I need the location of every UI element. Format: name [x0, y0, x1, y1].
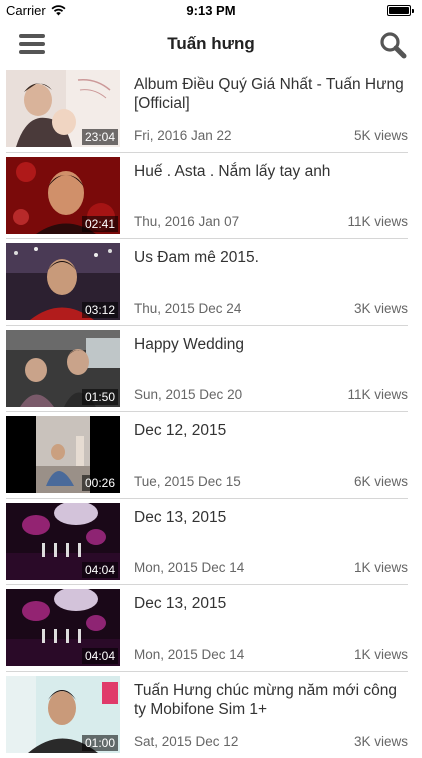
status-time: 9:13 PM — [0, 3, 422, 18]
video-views: 11K views — [347, 387, 408, 402]
video-title[interactable]: Album Điều Quý Giá Nhất - Tuấn Hưng [Off… — [134, 75, 408, 113]
video-views: 3K views — [354, 734, 408, 749]
video-date: Tue, 2015 Dec 15 — [134, 474, 241, 489]
status-bar: Carrier 9:13 PM — [0, 0, 422, 22]
video-title[interactable]: Dec 13, 2015 — [134, 594, 408, 613]
search-icon[interactable] — [378, 30, 408, 60]
video-item[interactable]: 01:50 Happy Wedding Sun, 2015 Dec 20 11K… — [6, 326, 408, 413]
video-title[interactable]: Dec 12, 2015 — [134, 421, 408, 440]
video-thumbnail[interactable]: 01:00 — [6, 676, 120, 753]
video-title[interactable]: Us Đam mê 2015. — [134, 248, 408, 267]
video-duration: 02:41 — [82, 216, 118, 232]
page-title: Tuấn hưng — [80, 34, 342, 54]
video-title[interactable]: Huế . Asta . Nắm lấy tay anh — [134, 162, 408, 181]
video-date: Sun, 2015 Dec 20 — [134, 387, 242, 402]
video-duration: 01:50 — [82, 389, 118, 405]
video-item[interactable]: 01:00 Tuấn Hưng chúc mừng năm mới công t… — [6, 672, 408, 758]
video-thumbnail[interactable]: 04:04 — [6, 589, 120, 666]
video-thumbnail[interactable]: 00:26 — [6, 416, 120, 493]
video-duration: 23:04 — [82, 129, 118, 145]
video-item[interactable]: 23:04 Album Điều Quý Giá Nhất - Tuấn Hưn… — [6, 66, 408, 153]
video-date: Mon, 2015 Dec 14 — [134, 647, 244, 662]
video-thumbnail[interactable]: 23:04 — [6, 70, 120, 147]
video-views: 11K views — [347, 214, 408, 229]
video-duration: 00:26 — [82, 475, 118, 491]
video-date: Fri, 2016 Jan 22 — [134, 128, 232, 143]
video-views: 5K views — [354, 128, 408, 143]
video-title[interactable]: Tuấn Hưng chúc mừng năm mới công ty Mobi… — [134, 681, 408, 719]
video-item[interactable]: 02:41 Huế . Asta . Nắm lấy tay anh Thu, … — [6, 153, 408, 240]
video-views: 6K views — [354, 474, 408, 489]
video-list: 23:04 Album Điều Quý Giá Nhất - Tuấn Hưn… — [0, 66, 422, 758]
video-date: Thu, 2015 Dec 24 — [134, 301, 241, 316]
video-thumbnail[interactable]: 04:04 — [6, 503, 120, 580]
video-item[interactable]: 00:26 Dec 12, 2015 Tue, 2015 Dec 15 6K v… — [6, 412, 408, 499]
video-thumbnail[interactable]: 01:50 — [6, 330, 120, 407]
video-title[interactable]: Happy Wedding — [134, 335, 408, 354]
video-date: Thu, 2016 Jan 07 — [134, 214, 239, 229]
video-thumbnail[interactable]: 02:41 — [6, 157, 120, 234]
video-title[interactable]: Dec 13, 2015 — [134, 508, 408, 527]
video-item[interactable]: 04:04 Dec 13, 2015 Mon, 2015 Dec 14 1K v… — [6, 585, 408, 672]
video-item[interactable]: 03:12 Us Đam mê 2015. Thu, 2015 Dec 24 3… — [6, 239, 408, 326]
video-views: 3K views — [354, 301, 408, 316]
video-views: 1K views — [354, 560, 408, 575]
video-duration: 03:12 — [82, 302, 118, 318]
battery-icon — [387, 5, 414, 16]
hamburger-menu-icon[interactable] — [16, 32, 48, 56]
video-views: 1K views — [354, 647, 408, 662]
video-date: Sat, 2015 Dec 12 — [134, 734, 238, 749]
video-item[interactable]: 04:04 Dec 13, 2015 Mon, 2015 Dec 14 1K v… — [6, 499, 408, 586]
video-duration: 04:04 — [82, 562, 118, 578]
video-date: Mon, 2015 Dec 14 — [134, 560, 244, 575]
video-thumbnail[interactable]: 03:12 — [6, 243, 120, 320]
video-duration: 04:04 — [82, 648, 118, 664]
navigation-bar: Tuấn hưng — [0, 22, 422, 66]
video-duration: 01:00 — [82, 735, 118, 751]
